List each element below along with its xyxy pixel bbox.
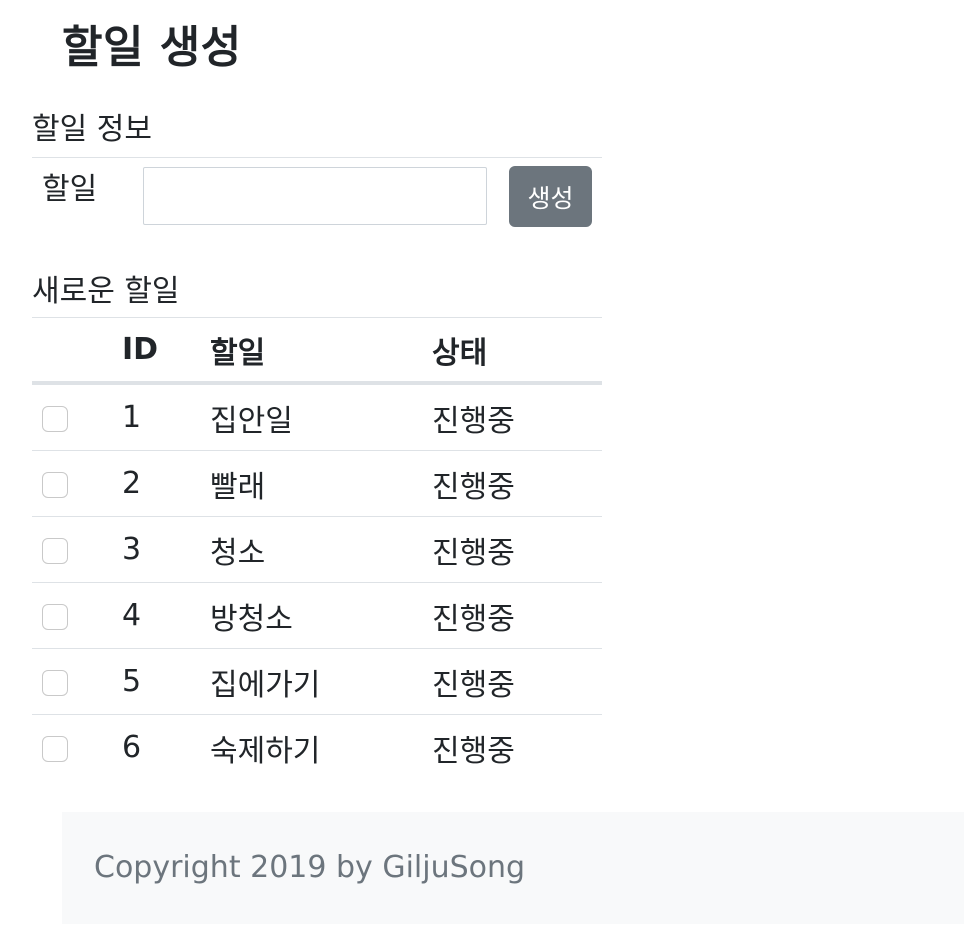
table-row: 3 청소 진행중 <box>32 516 602 583</box>
todo-info-section-title: 할일 정보 <box>32 112 602 158</box>
table-row: 1 집안일 진행중 <box>32 383 602 451</box>
row-status: 진행중 <box>432 648 602 715</box>
row-id: 2 <box>120 450 210 517</box>
column-header-task: 할일 <box>210 318 432 385</box>
copyright-text: Copyright 2019 by GiljuSong <box>94 850 526 885</box>
row-id: 3 <box>120 516 210 583</box>
row-status: 진행중 <box>432 733 515 769</box>
page: 할일 생성 할일 정보 할일 생성 새로운 할일 ID 할일 상태 1 집안일 … <box>0 0 964 932</box>
table-header-row: ID 할일 상태 <box>32 318 602 385</box>
row-checkbox[interactable] <box>42 669 68 696</box>
row-status: 진행중 <box>432 383 602 451</box>
row-checkbox[interactable] <box>42 603 68 630</box>
row-task: 집안일 <box>210 383 432 451</box>
row-id: 4 <box>120 582 210 649</box>
row-task: 집에가기 <box>210 648 432 715</box>
row-status: 진행중 <box>432 450 602 517</box>
todo-input[interactable] <box>143 167 487 225</box>
row-task: 청소 <box>210 516 432 583</box>
new-todo-section-title: 새로운 할일 <box>32 274 602 318</box>
table-row: 5 집에가기 진행중 <box>32 648 602 715</box>
column-header-check <box>32 318 120 385</box>
column-header-id: ID <box>120 318 210 385</box>
table-row: 4 방청소 진행중 <box>32 582 602 649</box>
footer: Copyright 2019 by GiljuSong <box>62 812 964 924</box>
row-id: 5 <box>120 648 210 715</box>
create-button[interactable]: 생성 <box>509 166 592 227</box>
page-title: 할일 생성 <box>62 22 242 73</box>
table-row: 2 빨래 진행중 <box>32 450 602 517</box>
row-task: 숙제하기 <box>210 733 321 769</box>
row-checkbox[interactable] <box>42 405 68 432</box>
column-header-status: 상태 <box>432 318 602 385</box>
todo-input-label: 할일 <box>42 172 98 207</box>
row-checkbox[interactable] <box>42 471 68 498</box>
row-status: 진행중 <box>432 582 602 649</box>
row-checkbox[interactable] <box>42 537 68 564</box>
row-task: 방청소 <box>210 582 432 649</box>
table-row: 6 숙제하기 진행중 <box>32 715 602 781</box>
row-id: 1 <box>120 383 210 451</box>
row-task: 빨래 <box>210 450 432 517</box>
row-status: 진행중 <box>432 516 602 583</box>
row-id: 6 <box>122 730 142 765</box>
todo-table: ID 할일 상태 1 집안일 진행중 2 빨래 진행중 3 청소 진행중 4 방… <box>32 318 602 780</box>
todo-form: 할일 생성 <box>32 158 602 238</box>
row-checkbox[interactable] <box>42 735 68 762</box>
